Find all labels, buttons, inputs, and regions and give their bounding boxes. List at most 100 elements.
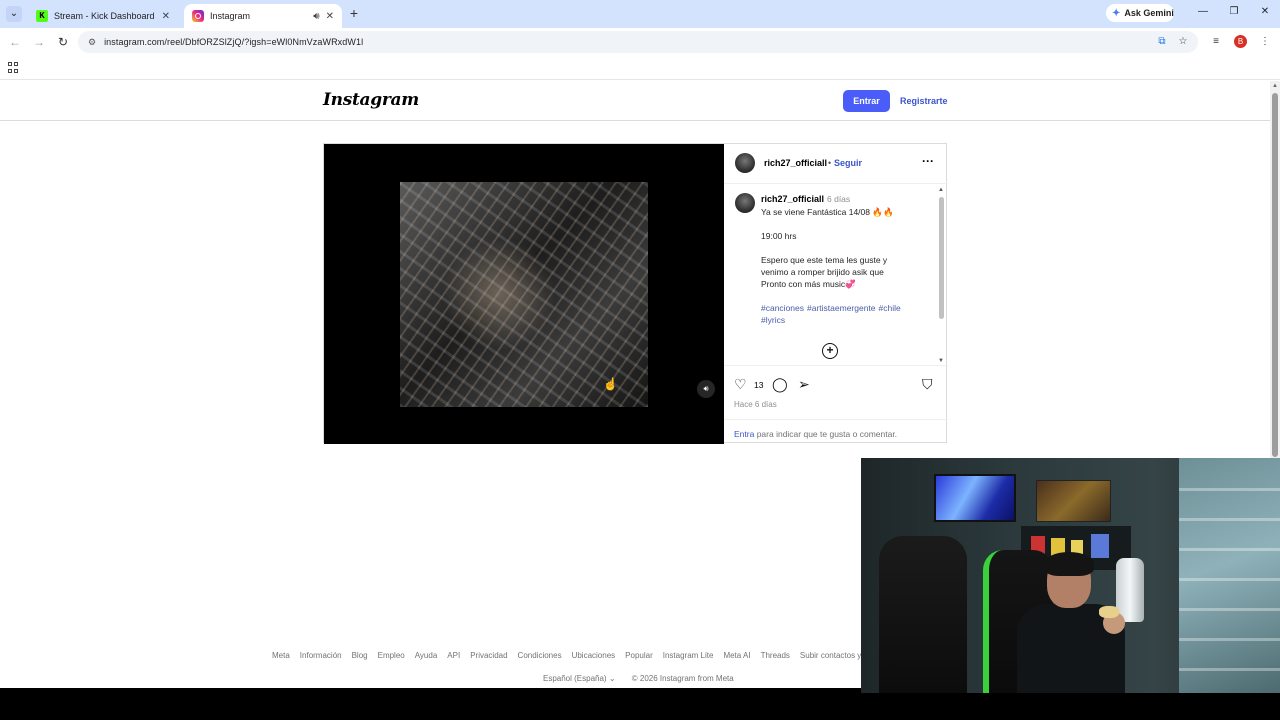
caption-scrollbar-thumb[interactable] — [939, 197, 944, 319]
tab-strip: ⌄ K Stream - Kick Dashboard ✕ Instagram … — [0, 0, 1280, 28]
footer-link[interactable]: Privacidad — [470, 651, 507, 660]
restore-icon[interactable]: ❐ — [1227, 6, 1241, 17]
scroll-down-arrow-icon[interactable]: ▼ — [938, 358, 944, 364]
footer-link[interactable]: Ayuda — [415, 651, 438, 660]
chevron-down-icon: ⌄ — [608, 674, 616, 683]
back-icon[interactable]: ← — [8, 35, 22, 49]
copyright: © 2026 Instagram from Meta — [631, 674, 734, 683]
scroll-up-arrow-icon[interactable]: ▲ — [938, 187, 944, 193]
menu-kebab-icon[interactable]: ⋮ — [1259, 36, 1271, 48]
more-options-icon[interactable]: ··· — [922, 154, 934, 168]
instagram-header: Instagram Entrar Registrarte — [0, 81, 1270, 121]
webcam-streamer — [1011, 552, 1131, 693]
minimize-icon[interactable]: — — [1196, 6, 1210, 17]
screen: ⌄ K Stream - Kick Dashboard ✕ Instagram … — [0, 0, 1280, 720]
reload-icon[interactable]: ↻ — [56, 35, 70, 49]
ask-gemini-button[interactable]: ✦ Ask Gemini — [1106, 4, 1174, 22]
footer-link[interactable]: Blog — [352, 651, 368, 660]
caption-line — [761, 242, 933, 254]
save-bookmark-icon[interactable]: ⛉ — [922, 376, 933, 392]
instagram-icon — [192, 10, 204, 22]
load-more-comments-icon[interactable]: + — [822, 343, 838, 359]
footer-link[interactable]: Instagram Lite — [663, 651, 714, 660]
login-button[interactable]: Entrar — [843, 90, 890, 112]
caption-line: venimo a romper brijido asik que — [761, 267, 884, 277]
address-bar[interactable]: ⚙ instagram.com/reel/DbfORZSlZjQ/?igsh=e… — [78, 31, 1198, 53]
footer-link[interactable]: Threads — [761, 651, 790, 660]
tab-instagram[interactable]: Instagram 🔊︎ ✕ — [184, 4, 342, 28]
login-prompt-link[interactable]: Entra — [734, 429, 754, 439]
hashtag-link[interactable]: #lyrics — [761, 315, 785, 325]
share-icon[interactable]: ➢ — [798, 376, 810, 392]
like-count: 13 — [754, 380, 764, 390]
post-header: rich27_officiall • Seguir ··· — [724, 144, 948, 184]
footer-bottom: Español (España) ⌄ © 2026 Instagram from… — [543, 674, 734, 683]
footer-link[interactable]: Popular — [625, 651, 653, 660]
browser-toolbar: ← → ↻ ⚙ instagram.com/reel/DbfORZSlZjQ/?… — [0, 28, 1280, 56]
tab-title: Stream - Kick Dashboard — [54, 11, 155, 21]
instagram-logo[interactable]: Instagram — [323, 90, 419, 110]
tab-search-chevron-icon[interactable]: ⌄ — [6, 6, 22, 22]
webcam-tv-screen — [934, 474, 1016, 522]
footer-link[interactable]: Condiciones — [518, 651, 562, 660]
hand-cursor-icon: ☝ — [603, 377, 618, 391]
profile-avatar[interactable]: B — [1234, 35, 1247, 48]
caption-line: Ya se viene Fantástica 14/08 🔥🔥 — [761, 207, 894, 217]
scroll-up-arrow-icon[interactable]: ▲ — [1272, 83, 1278, 89]
comment-icon[interactable]: ◯ — [772, 376, 788, 392]
footer-link[interactable]: Ubicaciones — [572, 651, 616, 660]
close-icon[interactable]: ✕ — [162, 11, 170, 22]
hashtag-link[interactable]: #canciones — [761, 303, 804, 313]
page-scrollbar-thumb[interactable] — [1272, 93, 1278, 457]
gemini-sparkle-icon: ✦ — [1112, 7, 1121, 19]
reel-post: ☝ 🔊︎ rich27_officiall • Seguir ··· rich2… — [323, 143, 948, 444]
language-selector[interactable]: Español (España) ⌄ — [543, 674, 616, 683]
close-icon[interactable]: ✕ — [326, 11, 334, 22]
webcam-streamer-hair — [1044, 552, 1094, 576]
caption-line — [761, 218, 933, 230]
hashtag-link[interactable]: #artistaemergente — [807, 303, 876, 313]
caption-text: Ya se viene Fantástica 14/08 🔥🔥 19:00 hr… — [761, 206, 933, 290]
footer-link[interactable]: Empleo — [378, 651, 405, 660]
caption-line: 19:00 hrs — [761, 231, 797, 241]
post-sidebar: rich27_officiall • Seguir ··· rich27_off… — [724, 144, 948, 444]
media-controls-icon[interactable]: ≡ — [1210, 36, 1222, 48]
author-avatar[interactable] — [735, 153, 755, 173]
forward-icon[interactable]: → — [32, 35, 46, 49]
login-prompt-text: para indicar que te gusta o comentar. — [756, 429, 898, 439]
window-close-icon[interactable]: ✕ — [1258, 6, 1272, 17]
signup-link[interactable]: Registrarte — [900, 96, 948, 106]
new-tab-button[interactable]: + — [346, 5, 362, 21]
caption-area: rich27_officiall 6 días Ya se viene Fant… — [724, 184, 948, 366]
follow-button[interactable]: Seguir — [834, 158, 862, 168]
reel-video-player[interactable]: ☝ 🔊︎ — [324, 144, 724, 444]
install-app-icon[interactable]: ⧉ — [1156, 36, 1168, 48]
site-info-icon[interactable]: ⚙ — [88, 37, 96, 48]
author-username[interactable]: rich27_officiall — [764, 158, 827, 168]
separator-dot: • — [828, 158, 832, 168]
language-label: Español (España) — [543, 674, 607, 683]
tab-title: Instagram — [210, 11, 251, 21]
apps-grid-icon[interactable] — [8, 62, 19, 73]
footer-link[interactable]: Meta AI — [723, 651, 750, 660]
hashtag-link[interactable]: #chile — [879, 303, 901, 313]
bookmark-star-icon[interactable]: ☆ — [1177, 36, 1189, 48]
volume-icon[interactable]: 🔊︎ — [697, 380, 715, 398]
post-actions: ♡ 13 ◯ ➢ ⛉ Hace 6 días Entra para indica… — [724, 366, 948, 444]
webcam-food — [1099, 606, 1119, 618]
footer-link[interactable]: Subir contactos y — [800, 651, 861, 660]
caption-line: Espero que este tema les guste y — [761, 255, 888, 265]
kick-icon: K — [36, 10, 48, 22]
speaker-icon[interactable]: 🔊︎ — [313, 11, 319, 22]
footer-links: Meta Información Blog Empleo Ayuda API Privaci… — [272, 651, 871, 660]
heart-icon[interactable]: ♡ — [734, 376, 747, 392]
footer-link[interactable]: Información — [300, 651, 342, 660]
footer-link[interactable]: API — [447, 651, 460, 660]
hashtags: #canciones #artistaemergente #chile #lyrics — [761, 302, 933, 326]
caption-username[interactable]: rich27_officiall — [761, 194, 824, 204]
webcam-window-blinds — [1179, 458, 1280, 693]
footer-link[interactable]: Meta — [272, 651, 290, 660]
caption-avatar[interactable] — [735, 193, 755, 213]
url-text: instagram.com/reel/DbfORZSlZjQ/?igsh=eWl… — [104, 37, 364, 47]
tab-kick-dashboard[interactable]: K Stream - Kick Dashboard ✕ — [28, 4, 178, 28]
